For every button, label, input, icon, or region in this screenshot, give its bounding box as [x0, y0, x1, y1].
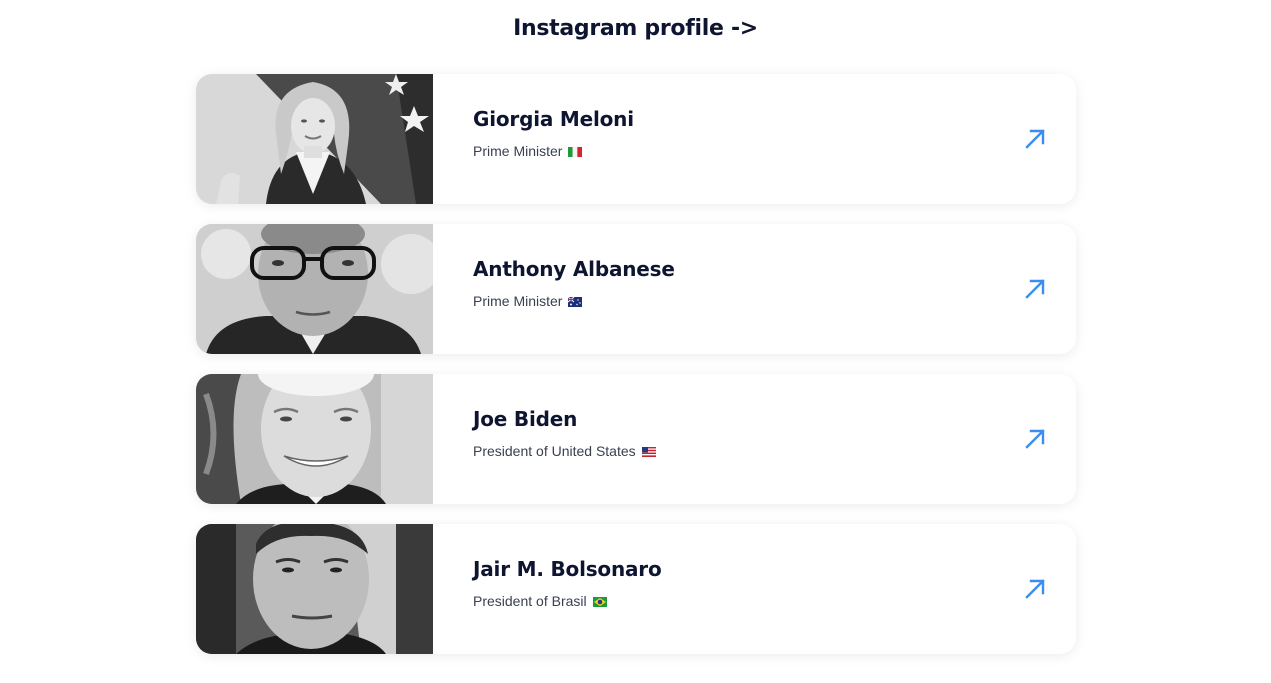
profile-photo: [196, 224, 433, 354]
page-title: Instagram profile ->: [513, 16, 758, 41]
profile-card-giorgia-meloni[interactable]: Giorgia Meloni Prime Minister: [196, 74, 1076, 204]
italy-flag-icon: [568, 147, 583, 157]
arrow-up-right-icon[interactable]: [1024, 128, 1046, 150]
profile-role-text: Prime Minister: [473, 293, 563, 309]
profile-role-text: President of United States: [473, 443, 636, 459]
profile-role: President of United States: [473, 443, 656, 459]
profile-photo: [196, 74, 433, 204]
profile-card-jair-bolsonaro[interactable]: Jair M. Bolsonaro President of Brasil: [196, 524, 1076, 654]
profile-photo: [196, 524, 433, 654]
australia-flag-icon: [568, 297, 583, 307]
brazil-flag-icon: [592, 597, 607, 607]
usa-flag-icon: [641, 447, 656, 457]
profile-name: Joe Biden: [473, 407, 578, 431]
profile-card-joe-biden[interactable]: Joe Biden President of United States: [196, 374, 1076, 504]
profile-name: Jair M. Bolsonaro: [473, 557, 662, 581]
profile-photo: [196, 374, 433, 504]
profile-list: Giorgia Meloni Prime Minister Anthony Al…: [196, 74, 1076, 674]
arrow-up-right-icon[interactable]: [1024, 278, 1046, 300]
profile-role-text: Prime Minister: [473, 143, 563, 159]
profile-role: President of Brasil: [473, 593, 607, 609]
profile-name: Giorgia Meloni: [473, 107, 634, 131]
profile-card-anthony-albanese[interactable]: Anthony Albanese Prime Minister: [196, 224, 1076, 354]
profile-role: Prime Minister: [473, 293, 583, 309]
arrow-up-right-icon[interactable]: [1024, 578, 1046, 600]
arrow-up-right-icon[interactable]: [1024, 428, 1046, 450]
profile-role: Prime Minister: [473, 143, 583, 159]
profile-name: Anthony Albanese: [473, 257, 675, 281]
profile-role-text: President of Brasil: [473, 593, 587, 609]
